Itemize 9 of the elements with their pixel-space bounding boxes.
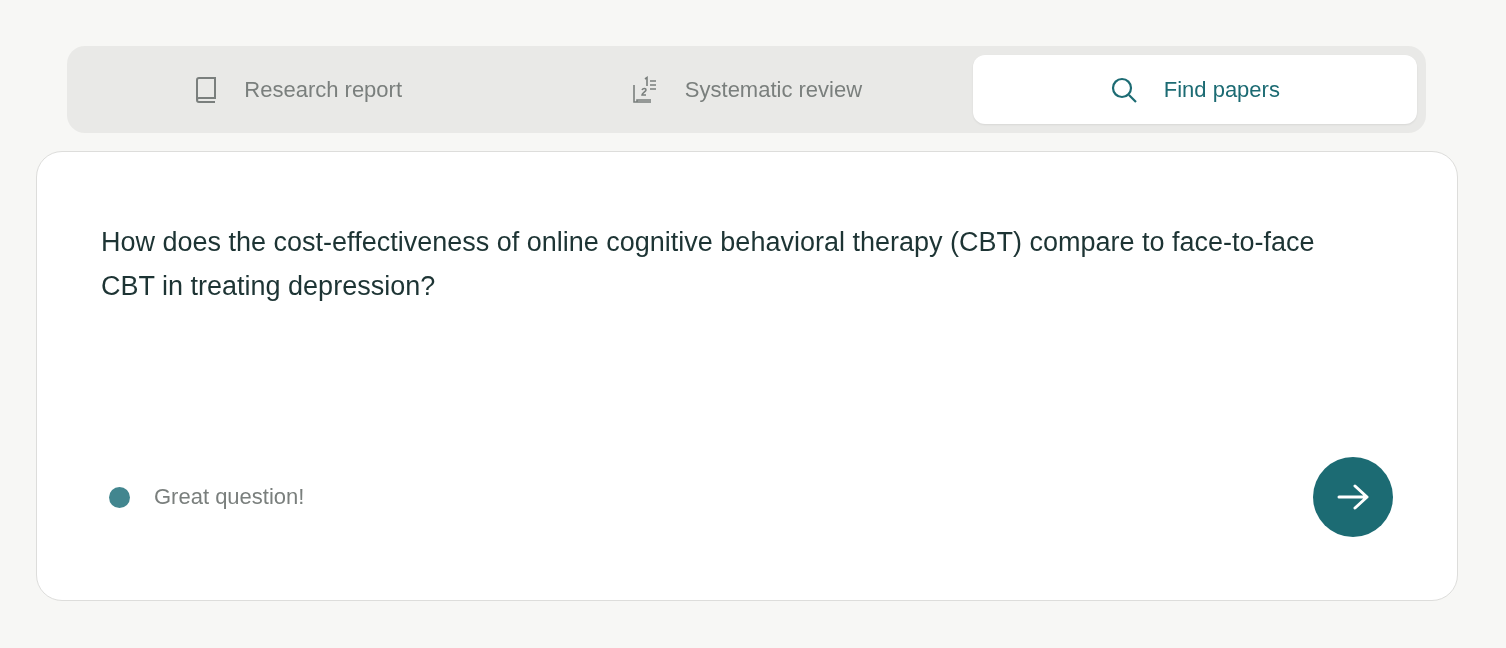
book-icon	[194, 75, 219, 104]
arrow-right-icon	[1336, 483, 1370, 511]
status-text: Great question!	[154, 484, 305, 510]
numbered-list-icon	[630, 74, 659, 105]
mode-tab[interactable]: Find papers	[972, 55, 1417, 124]
mode-tab[interactable]: Systematic review	[524, 55, 969, 124]
query-text[interactable]: How does the cost-effectiveness of online cognitive behavioral therapy (CBT) compare to face-to-face CBT in treating depression?	[101, 220, 1371, 308]
search-icon	[1109, 75, 1138, 104]
mode-tab[interactable]: Research report	[76, 55, 521, 124]
